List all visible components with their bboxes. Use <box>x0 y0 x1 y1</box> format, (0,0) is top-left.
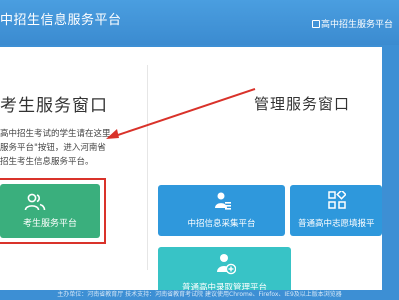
student-window-description: 高中招生考试的学生请在这里 服务平台"按钮，进入河南省 招生考生信息服务平台。 <box>0 127 140 169</box>
user-add-icon <box>217 254 236 275</box>
high-school-platform-link-label: 高中招生服务平台 <box>320 20 393 30</box>
main-panel: 考生服务窗口 高中招生考试的学生请在这里 服务平台"按钮，进入河南省 招生考生信… <box>0 47 382 299</box>
student-window-title: 考生服务窗口 <box>0 96 108 116</box>
volunteer-application-platform-button[interactable]: 普通高中志愿填报平 <box>290 185 382 236</box>
grid-apps-icon <box>328 191 346 209</box>
info-collection-platform-label: 中招信息采集平台 <box>187 219 256 229</box>
page-footer: 主办单位：河南省教育厅 技术支持：河南省教育考试院 建议使用Chrome、Fir… <box>0 290 399 300</box>
management-window-title: 管理服务窗口 <box>254 95 351 113</box>
section-divider <box>147 65 148 270</box>
top-header: 中招生信息服务平台 高中招生服务平台 <box>0 0 399 45</box>
info-collection-platform-button[interactable]: 中招信息采集平台 <box>158 185 285 236</box>
volunteer-application-platform-label: 普通高中志愿填报平 <box>298 219 375 229</box>
high-school-platform-link[interactable]: 高中招生服务平台 <box>311 17 393 30</box>
link-icon <box>311 20 320 28</box>
description-line: 高中招生考试的学生请在这里 <box>0 129 111 139</box>
highlight-box <box>0 178 106 244</box>
site-title: 中招生信息服务平台 <box>0 13 122 28</box>
description-line: 服务平台"按钮，进入河南省 <box>0 143 106 153</box>
user-form-icon <box>215 192 231 210</box>
description-line: 招生考生信息服务平台。 <box>0 157 94 167</box>
